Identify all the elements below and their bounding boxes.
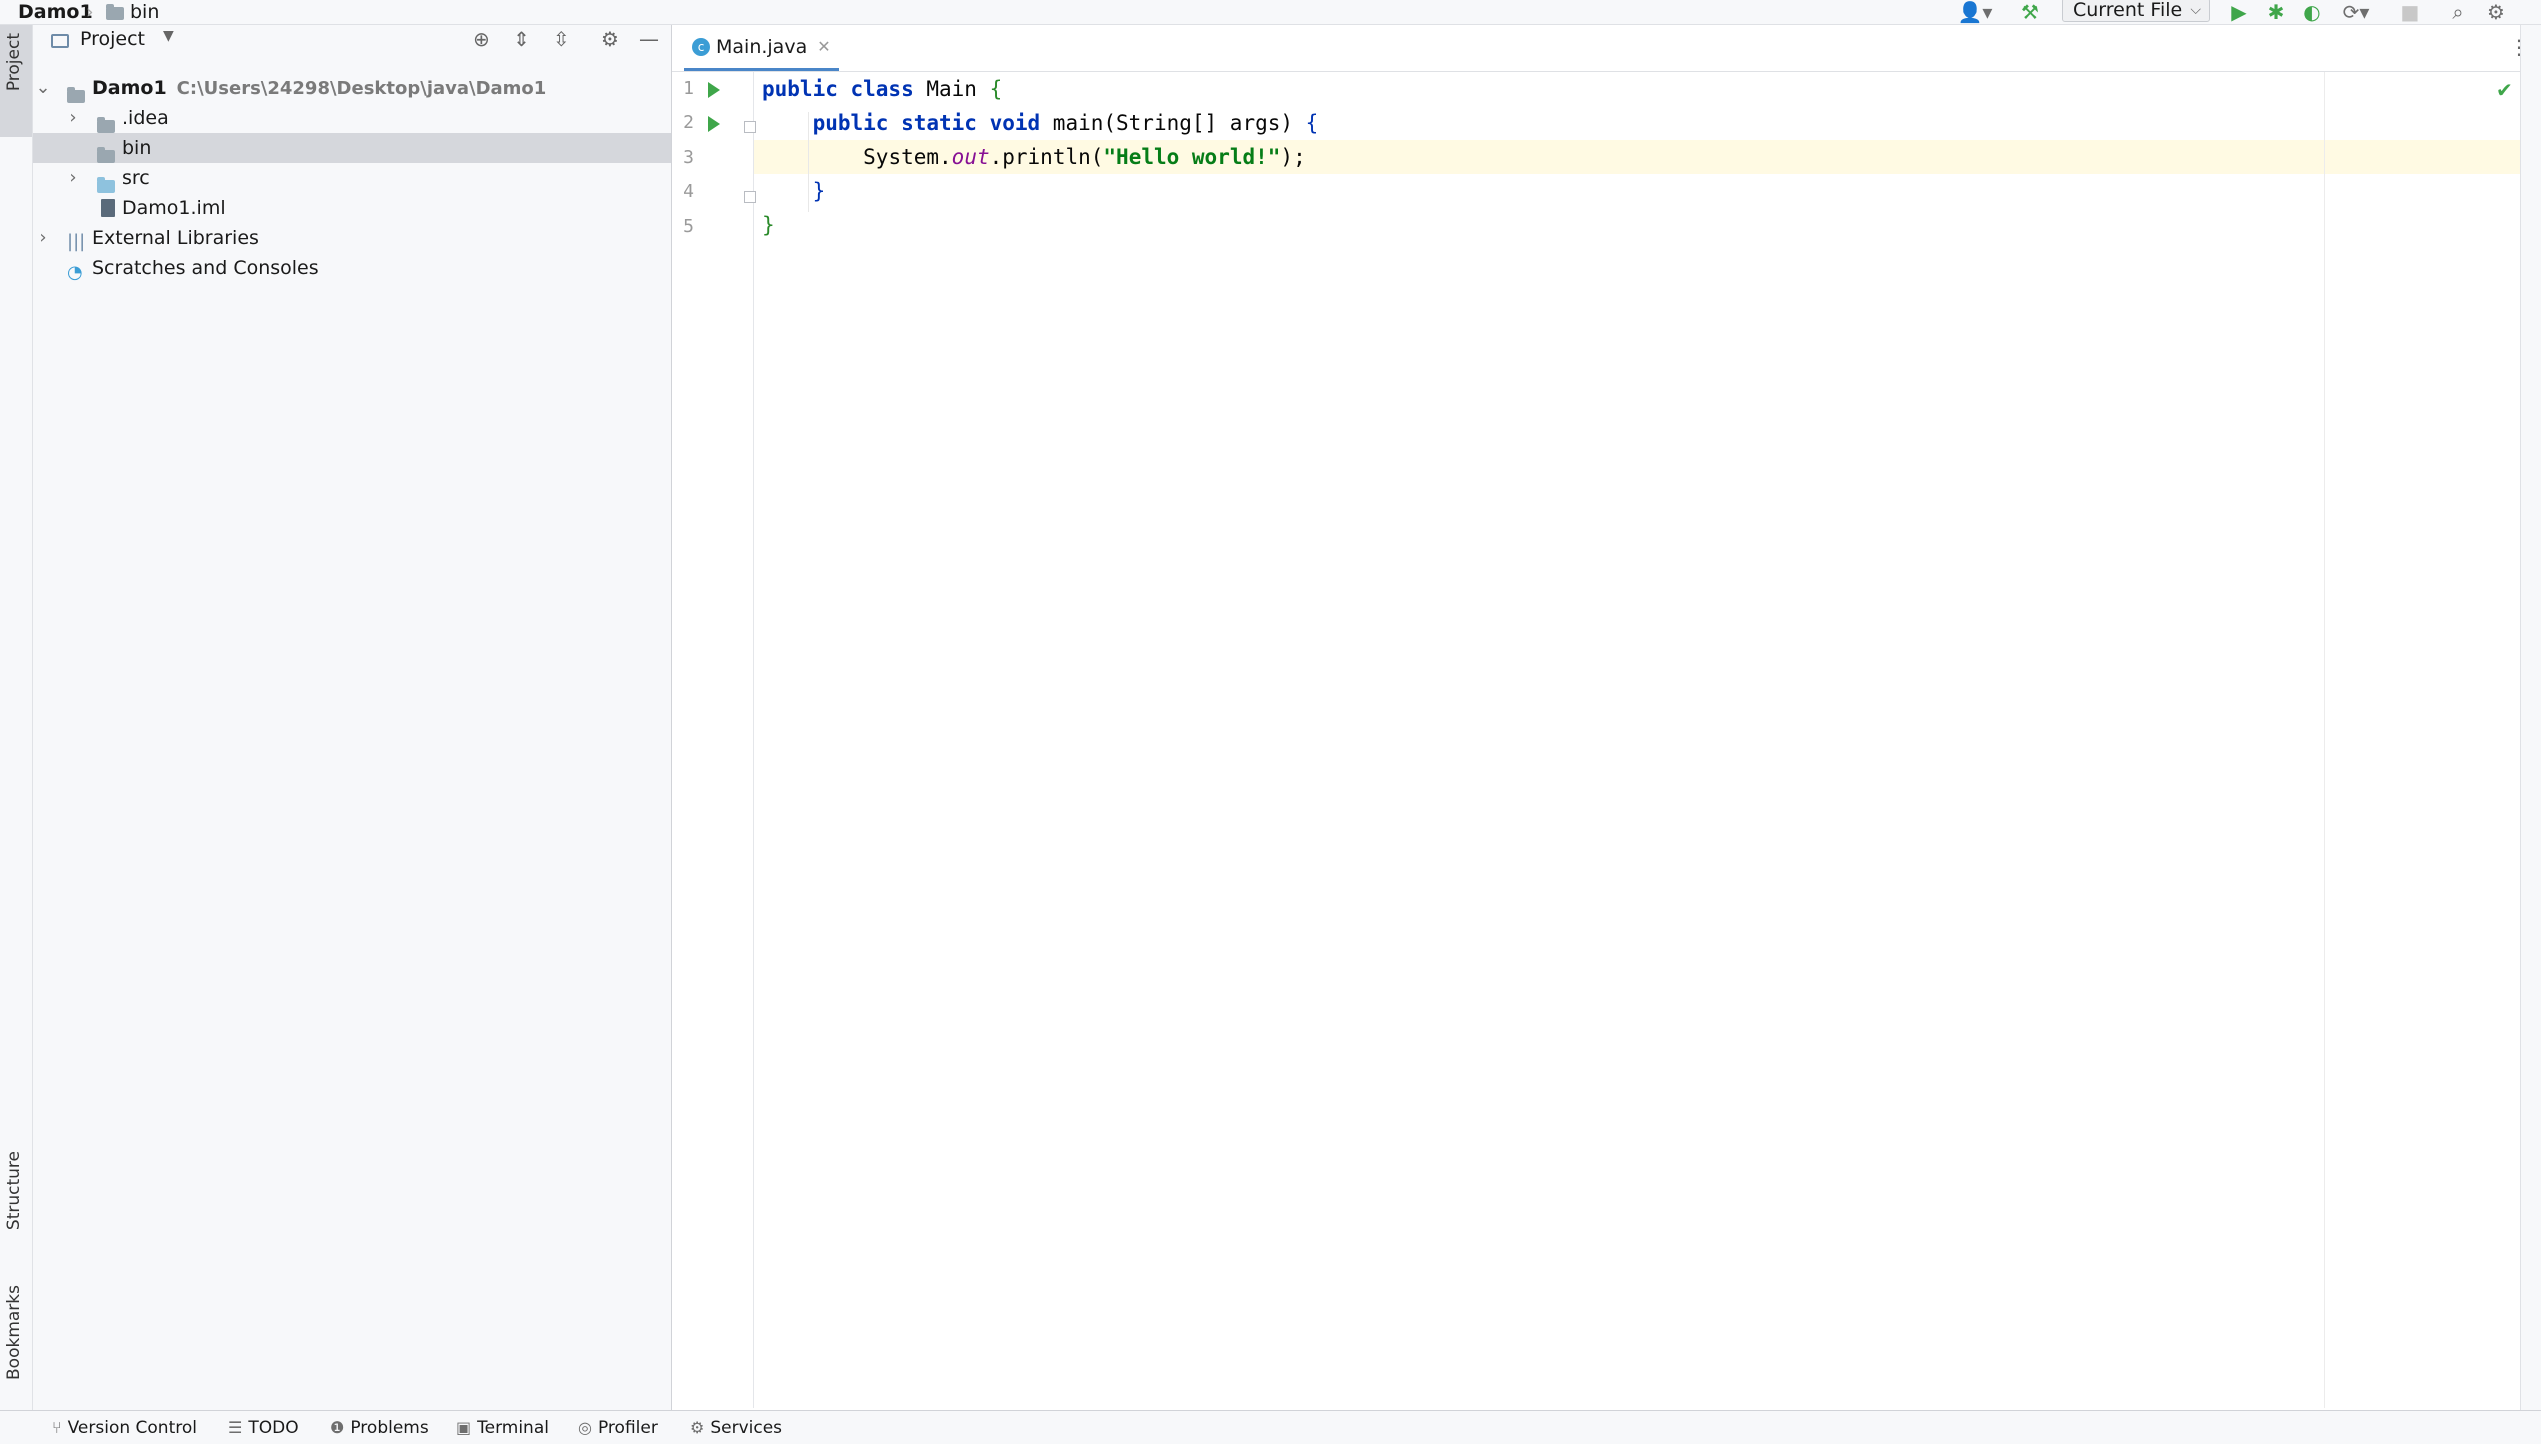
run-gutter-icon[interactable] (708, 116, 720, 132)
project-path: C:\Users\24298\Desktop\java\Damo1 (176, 78, 547, 99)
tab-problems[interactable]: ❶ Problems (330, 1411, 429, 1444)
run-config-label: Current File (2073, 0, 2183, 21)
code-line-1: public class Main { (762, 77, 1003, 101)
project-panel-title[interactable]: Project (80, 28, 145, 50)
line-number: 1 (683, 78, 694, 99)
module-file-icon (101, 199, 115, 217)
folder-icon (97, 117, 115, 133)
project-view-icon (51, 34, 69, 48)
line-number: 2 (683, 112, 694, 133)
code-line-3: System.out.println("Hello world!"); (863, 145, 1306, 169)
hide-panel-icon[interactable]: — (639, 27, 659, 51)
run-gutter-icon[interactable] (708, 82, 720, 98)
account-icon[interactable]: 👤▾ (1955, 0, 1995, 24)
tree-item-label: bin (122, 137, 152, 159)
indent-guide (808, 112, 809, 212)
tree-item-label: Damo1 C:\Users\24298\Desktop\java\Damo1 (92, 77, 547, 99)
debug-icon[interactable]: ✱ (2262, 0, 2290, 24)
chevron-right-icon[interactable]: › (35, 223, 51, 253)
structure-tool-tab[interactable]: Structure (0, 1145, 32, 1285)
bookmarks-tool-tab[interactable]: Bookmarks (0, 1275, 32, 1415)
tree-item-label: External Libraries (92, 227, 259, 249)
tree-item-damo1[interactable]: ⌄ Damo1 C:\Users\24298\Desktop\java\Damo1 (33, 73, 671, 103)
hammer-icon[interactable]: ⚒ (2015, 0, 2045, 24)
left-tool-strip: Project Structure Bookmarks (0, 25, 33, 1418)
problems-icon: ❶ (330, 1418, 345, 1437)
bottom-tool-bar: ⑂ Version Control ☰ TODO ❶ Problems ▣ Termin… (0, 1410, 2541, 1444)
expand-all-icon[interactable]: ⇕ (513, 27, 530, 51)
scratches-icon: ◔ (67, 262, 83, 283)
list-icon: ☰ (228, 1418, 243, 1437)
check-icon[interactable]: ✔ (2496, 78, 2513, 102)
tree-item-label: Scratches and Consoles (92, 257, 319, 279)
stop-icon[interactable]: ■ (2398, 0, 2422, 24)
tab-profiler[interactable]: ◎ Profiler (578, 1411, 658, 1444)
tree-item-scratches[interactable]: ◔ Scratches and Consoles (33, 253, 671, 283)
project-panel-header: Project ▼ ⊕ ⇕ ⇳ ⚙ — (33, 25, 671, 55)
tree-item-external-libraries[interactable]: › ||| External Libraries (33, 223, 671, 253)
tab-version-control[interactable]: ⑂ Version Control (52, 1411, 197, 1444)
tree-item-label: Damo1.iml (122, 197, 226, 219)
project-panel: Project ▼ ⊕ ⇕ ⇳ ⚙ — ⌄ Damo1 C:\Users\2429… (33, 25, 672, 1418)
locate-icon[interactable]: ⊕ (473, 27, 490, 51)
bookmarks-tab-label: Bookmarks (4, 1285, 24, 1380)
code-line-5: } (762, 213, 775, 237)
code-editor[interactable]: public class Main { public static void m… (754, 72, 2324, 1408)
breadcrumb-folder[interactable]: bin (130, 1, 159, 23)
gear-icon[interactable]: ⚙ (601, 27, 619, 51)
navigation-bar: Damo1 › bin 👤▾ ⚒ Current File ⌵ ▶ ✱ ◐ ⟳▾… (0, 0, 2541, 25)
tree-item-src[interactable]: › src (33, 163, 671, 193)
profile-icon[interactable]: ⟳▾ (2334, 0, 2378, 24)
chevron-down-icon: ⌵ (2190, 2, 2201, 18)
terminal-icon: ▣ (456, 1418, 472, 1437)
run-icon[interactable]: ▶ (2225, 0, 2253, 24)
tab-todo[interactable]: ☰ TODO (228, 1411, 299, 1444)
code-line-2: public static void main(String[] args) { (812, 111, 1319, 135)
project-tool-tab[interactable]: Project (0, 25, 32, 137)
chevron-right-icon[interactable]: › (65, 103, 81, 133)
breadcrumb-separator: › (86, 1, 94, 23)
folder-icon (97, 147, 115, 163)
coverage-icon[interactable]: ◐ (2298, 0, 2326, 24)
folder-icon (67, 87, 85, 103)
close-icon[interactable]: ✕ (817, 37, 830, 56)
tree-item-label: src (122, 167, 150, 189)
tab-main-java[interactable]: c Main.java ✕ (684, 25, 839, 71)
java-class-icon: c (692, 37, 710, 56)
tab-terminal[interactable]: ▣ Terminal (456, 1411, 549, 1444)
editor-tab-bar: c Main.java ✕ ⋮ (672, 25, 2541, 72)
profiler-icon: ◎ (578, 1418, 592, 1437)
run-config-selector[interactable]: Current File ⌵ (2062, 0, 2210, 22)
tree-item-label: .idea (122, 107, 169, 129)
line-number: 3 (683, 147, 694, 168)
services-icon: ⚙ (690, 1418, 705, 1437)
search-icon[interactable]: ⌕ (2444, 0, 2472, 24)
code-line-4: } (812, 179, 826, 203)
folder-icon (106, 4, 124, 20)
editor-gutter: 1 2 3 4 5 (672, 72, 756, 1408)
breadcrumb-project[interactable]: Damo1 (18, 1, 93, 23)
right-margin-guide (2324, 72, 2325, 1408)
structure-tab-label: Structure (4, 1151, 24, 1231)
tree-item-iml[interactable]: Damo1.iml (33, 193, 671, 223)
source-folder-icon (97, 177, 115, 193)
project-tab-label: Project (4, 33, 24, 92)
chevron-right-icon[interactable]: › (65, 163, 81, 193)
tab-services[interactable]: ⚙ Services (690, 1411, 782, 1444)
tab-label: Main.java (716, 35, 808, 58)
gear-icon[interactable]: ⚙ (2482, 0, 2510, 24)
tree-item-idea[interactable]: › .idea (33, 103, 671, 133)
collapse-all-icon[interactable]: ⇳ (553, 27, 570, 51)
branch-icon: ⑂ (52, 1418, 62, 1437)
chevron-down-icon[interactable]: ⌄ (35, 73, 51, 103)
line-number: 5 (683, 216, 694, 237)
tree-item-bin[interactable]: bin (33, 133, 671, 163)
line-number: 4 (683, 181, 694, 202)
right-tool-strip (2520, 25, 2541, 1418)
chevron-down-icon[interactable]: ▼ (163, 28, 174, 44)
